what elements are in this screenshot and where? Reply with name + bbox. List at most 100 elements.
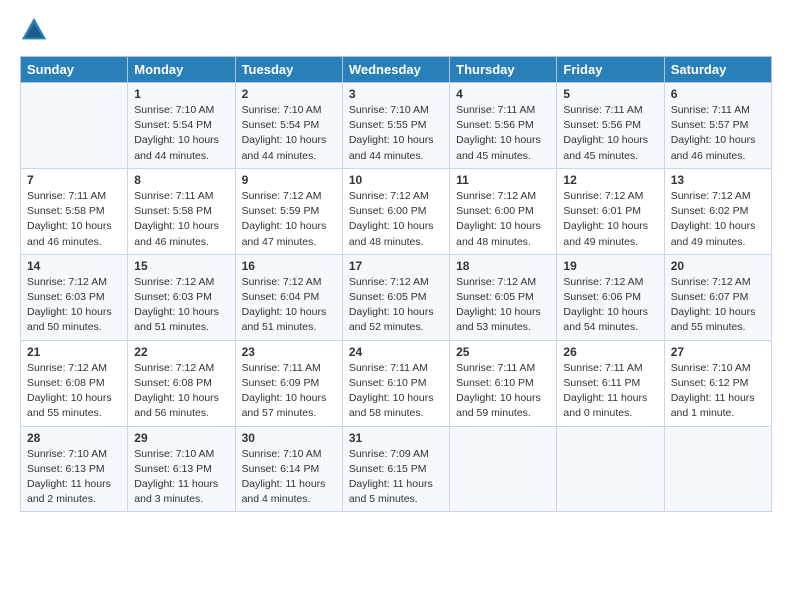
day-number: 10 <box>349 173 443 187</box>
col-header-tuesday: Tuesday <box>235 57 342 83</box>
col-header-sunday: Sunday <box>21 57 128 83</box>
col-header-friday: Friday <box>557 57 664 83</box>
logo-icon <box>20 16 48 44</box>
day-info: Sunrise: 7:12 AMSunset: 6:00 PMDaylight:… <box>349 189 443 250</box>
day-info: Sunrise: 7:10 AMSunset: 5:55 PMDaylight:… <box>349 103 443 164</box>
calendar-cell: 29Sunrise: 7:10 AMSunset: 6:13 PMDayligh… <box>128 426 235 512</box>
day-info: Sunrise: 7:12 AMSunset: 6:02 PMDaylight:… <box>671 189 765 250</box>
day-info: Sunrise: 7:12 AMSunset: 6:01 PMDaylight:… <box>563 189 657 250</box>
day-info: Sunrise: 7:11 AMSunset: 6:11 PMDaylight:… <box>563 361 657 422</box>
day-info: Sunrise: 7:12 AMSunset: 6:00 PMDaylight:… <box>456 189 550 250</box>
day-number: 22 <box>134 345 228 359</box>
main-container: SundayMondayTuesdayWednesdayThursdayFrid… <box>0 0 792 522</box>
day-info: Sunrise: 7:11 AMSunset: 5:58 PMDaylight:… <box>27 189 121 250</box>
day-number: 19 <box>563 259 657 273</box>
calendar-cell: 31Sunrise: 7:09 AMSunset: 6:15 PMDayligh… <box>342 426 449 512</box>
day-info: Sunrise: 7:12 AMSunset: 5:59 PMDaylight:… <box>242 189 336 250</box>
calendar-table: SundayMondayTuesdayWednesdayThursdayFrid… <box>20 56 772 512</box>
header-row: SundayMondayTuesdayWednesdayThursdayFrid… <box>21 57 772 83</box>
day-number: 9 <box>242 173 336 187</box>
calendar-cell <box>664 426 771 512</box>
week-row-3: 14 Sunrise: 7:12 AMSunset: 6:03 PMDayligh… <box>21 254 772 340</box>
day-number: 3 <box>349 87 443 101</box>
day-number: 11 <box>456 173 550 187</box>
calendar-cell: 7Sunrise: 7:11 AMSunset: 5:58 PMDaylight… <box>21 168 128 254</box>
calendar-cell: 22 Sunrise: 7:12 AMSunset: 6:08 PMDayligh… <box>128 340 235 426</box>
calendar-cell: 26 Sunrise: 7:11 AMSunset: 6:11 PMDayligh… <box>557 340 664 426</box>
calendar-cell: 8 Sunrise: 7:11 AMSunset: 5:58 PMDaylight… <box>128 168 235 254</box>
week-row-4: 21 Sunrise: 7:12 AMSunset: 6:08 PMDayligh… <box>21 340 772 426</box>
day-number: 2 <box>242 87 336 101</box>
week-row-5: 28 Sunrise: 7:10 AMSunset: 6:13 PMDayligh… <box>21 426 772 512</box>
day-info: Sunrise: 7:11 AMSunset: 6:10 PMDaylight:… <box>456 361 550 422</box>
calendar-cell: 28 Sunrise: 7:10 AMSunset: 6:13 PMDayligh… <box>21 426 128 512</box>
col-header-monday: Monday <box>128 57 235 83</box>
calendar-cell: 25 Sunrise: 7:11 AMSunset: 6:10 PMDayligh… <box>450 340 557 426</box>
day-info: Sunrise: 7:11 AMSunset: 5:57 PMDaylight:… <box>671 103 765 164</box>
calendar-cell: 3 Sunrise: 7:10 AMSunset: 5:55 PMDaylight… <box>342 83 449 169</box>
day-number: 28 <box>27 431 121 445</box>
day-number: 25 <box>456 345 550 359</box>
week-row-2: 7Sunrise: 7:11 AMSunset: 5:58 PMDaylight… <box>21 168 772 254</box>
day-number: 26 <box>563 345 657 359</box>
day-number: 24 <box>349 345 443 359</box>
calendar-cell <box>21 83 128 169</box>
day-number: 30 <box>242 431 336 445</box>
header <box>20 16 772 44</box>
calendar-cell: 14 Sunrise: 7:12 AMSunset: 6:03 PMDayligh… <box>21 254 128 340</box>
calendar-cell: 13 Sunrise: 7:12 AMSunset: 6:02 PMDayligh… <box>664 168 771 254</box>
day-info: Sunrise: 7:12 AMSunset: 6:06 PMDaylight:… <box>563 275 657 336</box>
calendar-cell: 9 Sunrise: 7:12 AMSunset: 5:59 PMDaylight… <box>235 168 342 254</box>
col-header-thursday: Thursday <box>450 57 557 83</box>
calendar-cell: 15 Sunrise: 7:12 AMSunset: 6:03 PMDayligh… <box>128 254 235 340</box>
day-number: 1 <box>134 87 228 101</box>
day-info: Sunrise: 7:12 AMSunset: 6:03 PMDaylight:… <box>27 275 121 336</box>
day-number: 13 <box>671 173 765 187</box>
calendar-cell <box>557 426 664 512</box>
day-number: 21 <box>27 345 121 359</box>
calendar-cell <box>450 426 557 512</box>
calendar-cell: 10 Sunrise: 7:12 AMSunset: 6:00 PMDayligh… <box>342 168 449 254</box>
day-number: 16 <box>242 259 336 273</box>
calendar-cell: 1 Sunrise: 7:10 AMSunset: 5:54 PMDaylight… <box>128 83 235 169</box>
calendar-cell: 4 Sunrise: 7:11 AMSunset: 5:56 PMDaylight… <box>450 83 557 169</box>
day-info: Sunrise: 7:11 AMSunset: 5:58 PMDaylight:… <box>134 189 228 250</box>
day-number: 23 <box>242 345 336 359</box>
day-info: Sunrise: 7:12 AMSunset: 6:03 PMDaylight:… <box>134 275 228 336</box>
calendar-cell: 6 Sunrise: 7:11 AMSunset: 5:57 PMDaylight… <box>664 83 771 169</box>
day-info: Sunrise: 7:10 AMSunset: 5:54 PMDaylight:… <box>242 103 336 164</box>
day-info: Sunrise: 7:12 AMSunset: 6:08 PMDaylight:… <box>134 361 228 422</box>
day-info: Sunrise: 7:11 AMSunset: 5:56 PMDaylight:… <box>563 103 657 164</box>
day-info: Sunrise: 7:10 AMSunset: 5:54 PMDaylight:… <box>134 103 228 164</box>
day-number: 4 <box>456 87 550 101</box>
logo <box>20 16 50 44</box>
day-number: 27 <box>671 345 765 359</box>
day-info: Sunrise: 7:10 AMSunset: 6:13 PMDaylight:… <box>27 447 121 508</box>
col-header-saturday: Saturday <box>664 57 771 83</box>
calendar-cell: 30 Sunrise: 7:10 AMSunset: 6:14 PMDayligh… <box>235 426 342 512</box>
day-info: Sunrise: 7:12 AMSunset: 6:05 PMDaylight:… <box>456 275 550 336</box>
calendar-cell: 5 Sunrise: 7:11 AMSunset: 5:56 PMDaylight… <box>557 83 664 169</box>
day-number: 14 <box>27 259 121 273</box>
day-number: 17 <box>349 259 443 273</box>
day-number: 5 <box>563 87 657 101</box>
day-number: 12 <box>563 173 657 187</box>
calendar-cell: 27Sunrise: 7:10 AMSunset: 6:12 PMDayligh… <box>664 340 771 426</box>
calendar-cell: 12 Sunrise: 7:12 AMSunset: 6:01 PMDayligh… <box>557 168 664 254</box>
day-number: 15 <box>134 259 228 273</box>
day-number: 6 <box>671 87 765 101</box>
calendar-cell: 24Sunrise: 7:11 AMSunset: 6:10 PMDayligh… <box>342 340 449 426</box>
day-number: 20 <box>671 259 765 273</box>
day-info: Sunrise: 7:10 AMSunset: 6:13 PMDaylight:… <box>134 447 228 508</box>
day-info: Sunrise: 7:12 AMSunset: 6:08 PMDaylight:… <box>27 361 121 422</box>
calendar-cell: 21 Sunrise: 7:12 AMSunset: 6:08 PMDayligh… <box>21 340 128 426</box>
day-info: Sunrise: 7:11 AMSunset: 5:56 PMDaylight:… <box>456 103 550 164</box>
calendar-cell: 19 Sunrise: 7:12 AMSunset: 6:06 PMDayligh… <box>557 254 664 340</box>
calendar-cell: 2 Sunrise: 7:10 AMSunset: 5:54 PMDaylight… <box>235 83 342 169</box>
calendar-cell: 20 Sunrise: 7:12 AMSunset: 6:07 PMDayligh… <box>664 254 771 340</box>
day-number: 8 <box>134 173 228 187</box>
day-info: Sunrise: 7:12 AMSunset: 6:04 PMDaylight:… <box>242 275 336 336</box>
calendar-cell: 11 Sunrise: 7:12 AMSunset: 6:00 PMDayligh… <box>450 168 557 254</box>
day-info: Sunrise: 7:12 AMSunset: 6:07 PMDaylight:… <box>671 275 765 336</box>
day-info: Sunrise: 7:10 AMSunset: 6:14 PMDaylight:… <box>242 447 336 508</box>
